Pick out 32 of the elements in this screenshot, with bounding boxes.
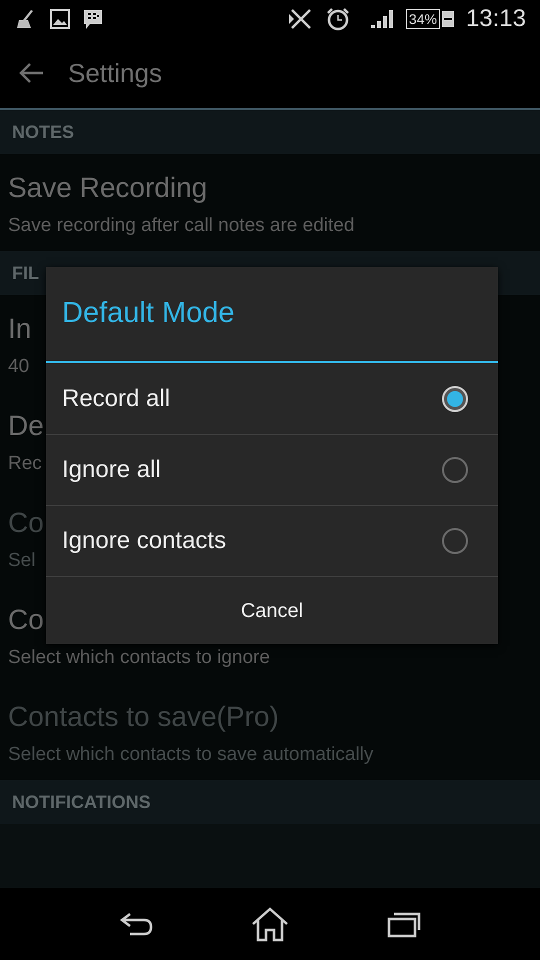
mode-option[interactable]: Record all: [46, 363, 498, 434]
setting-summary: Select which contacts to save automatically: [8, 743, 374, 767]
back-icon[interactable]: [118, 910, 154, 938]
section-header: FIL: [12, 262, 39, 284]
radio-button[interactable]: [442, 528, 468, 554]
bluetooth-off-icon: [288, 7, 314, 31]
cancel-button[interactable]: Cancel: [46, 576, 498, 644]
radio-button[interactable]: [442, 457, 468, 483]
battery-level: 34%: [406, 9, 440, 29]
clock-time: 13:13: [466, 4, 526, 34]
image-icon: [50, 9, 70, 29]
mode-option[interactable]: Ignore all: [46, 434, 498, 505]
section-header: NOTES: [12, 120, 74, 144]
setting-title[interactable]: Save Recording: [8, 170, 208, 206]
setting-title[interactable]: De: [8, 408, 44, 444]
setting-title[interactable]: In: [8, 311, 32, 347]
screen-title: Settings: [68, 56, 162, 90]
setting-summary: Rec: [8, 452, 42, 476]
mode-option[interactable]: Ignore contacts: [46, 505, 498, 576]
setting-summary: Select which contacts to ignore: [8, 646, 270, 670]
dialog-title: Default Mode: [62, 296, 234, 332]
chat-bubble-icon: [82, 8, 104, 30]
home-icon[interactable]: [250, 906, 290, 942]
setting-summary: Sel: [8, 549, 36, 573]
signal-icon: [370, 9, 394, 29]
section-header: NOTIFICATIONS: [12, 790, 151, 814]
setting-summary: 40: [8, 355, 30, 379]
back-arrow-icon[interactable]: [18, 62, 44, 84]
recent-apps-icon[interactable]: [386, 910, 422, 938]
alarm-clock-icon: [326, 7, 350, 31]
setting-summary: Save recording after call notes are edited: [8, 214, 354, 238]
setting-title[interactable]: Co: [8, 602, 44, 638]
